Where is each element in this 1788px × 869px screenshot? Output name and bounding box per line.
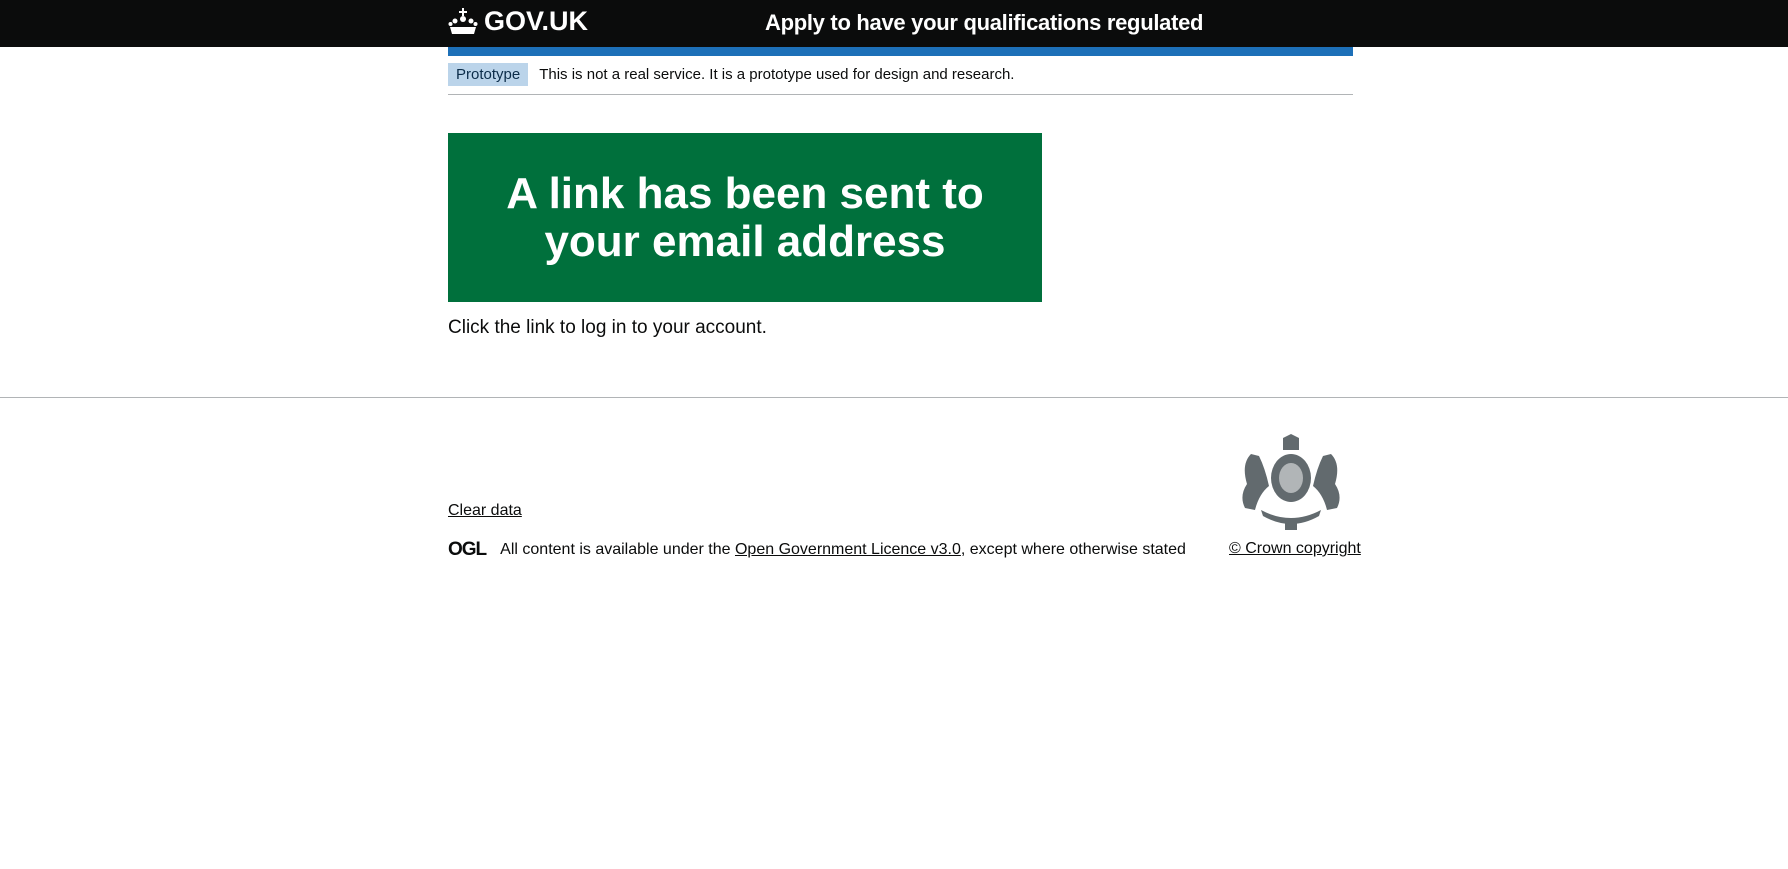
licence-prefix: All content is available under the: [500, 541, 735, 558]
divider: [448, 94, 1353, 95]
crown-copyright-link[interactable]: © Crown copyright: [1229, 540, 1361, 558]
confirmation-panel: A link has been sent to your email addre…: [448, 133, 1042, 302]
ogl-logo-icon: OGL: [448, 539, 487, 560]
govuk-logo-link[interactable]: GOV.UK: [448, 6, 588, 37]
phase-tag: Prototype: [448, 63, 529, 86]
phase-text: This is not a real service. It is a prot…: [539, 66, 1015, 83]
licence-link[interactable]: Open Government Licence v3.0: [735, 541, 961, 559]
footer-divider: [0, 397, 1788, 398]
clear-data-link[interactable]: Clear data: [448, 502, 522, 520]
licence-suffix: , except where otherwise stated: [960, 541, 1186, 558]
panel-title: A link has been sent to your email addre…: [506, 168, 984, 266]
service-name-link[interactable]: Apply to have your qualifications regula…: [765, 10, 1203, 36]
header-blue-bar: [448, 47, 1353, 56]
logo-text: GOV.UK: [484, 6, 589, 36]
licence-info: OGL All content is available under the O…: [448, 539, 1186, 561]
header: GOV.UK Apply to have your qualifications…: [0, 0, 1788, 47]
crown-icon: [448, 7, 478, 34]
instruction-text: Click the link to log in to your account…: [448, 317, 767, 338]
phase-banner: Prototype This is not a real service. It…: [448, 63, 1014, 86]
royal-coat-of-arms-icon: [1242, 434, 1340, 530]
